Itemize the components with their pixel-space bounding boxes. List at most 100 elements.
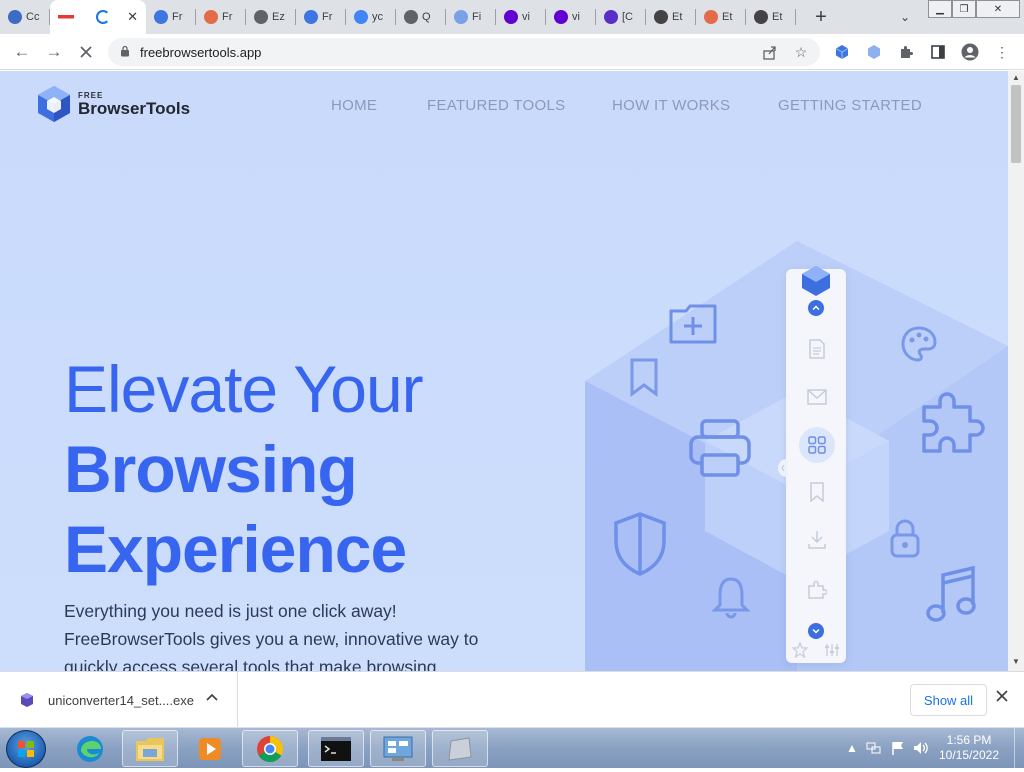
page-scrollbar[interactable]: ▲ ▼ <box>1008 71 1024 671</box>
control-panel-icon <box>383 736 413 761</box>
download-file-name: uniconverter14_set....exe <box>48 692 194 708</box>
share-icon[interactable] <box>760 43 778 61</box>
scroll-up-arrow-icon[interactable]: ▲ <box>1012 73 1020 82</box>
tray-network-icon[interactable] <box>866 740 882 756</box>
tab[interactable]: Et <box>746 0 796 34</box>
stop-loading-button[interactable] <box>70 36 102 68</box>
side-panel-icon[interactable] <box>928 42 948 62</box>
extension-cube-light-icon[interactable] <box>864 42 884 62</box>
back-button[interactable]: ← <box>6 36 38 68</box>
sidebar-download-icon <box>808 531 826 549</box>
sidebar-up-chevron-icon <box>808 300 824 316</box>
tab-title: yc <box>372 11 383 23</box>
loading-spinner-icon <box>96 10 110 24</box>
close-window-button[interactable]: ✕ <box>976 0 1020 18</box>
chrome-icon <box>257 735 284 762</box>
menu-kebab-icon[interactable]: ⋮ <box>992 42 1012 62</box>
extensions-puzzle-icon[interactable] <box>896 42 916 62</box>
taskbar-app-blank[interactable] <box>432 730 488 767</box>
tab[interactable]: Q <box>396 0 446 34</box>
forward-button[interactable]: → <box>38 36 70 68</box>
nav-getting-started[interactable]: GETTING STARTED <box>778 97 922 114</box>
lock-outline-icon <box>890 519 920 558</box>
search-icon <box>404 10 418 24</box>
tab-title: Et <box>772 11 783 23</box>
chrome-circle-icon <box>8 10 22 24</box>
sidebar-mockup <box>786 269 846 663</box>
tab-title: Ez <box>272 11 285 23</box>
tray-volume-icon[interactable] <box>912 740 930 756</box>
close-download-bar-icon[interactable] <box>996 689 1008 707</box>
tab-title: vi <box>572 11 580 23</box>
tab[interactable]: [C <box>596 0 646 34</box>
taskbar-clock[interactable]: 1:56 PM 10/15/2022 <box>930 733 1008 763</box>
cube-icon <box>304 10 318 24</box>
tab-active[interactable]: ✕ <box>50 0 146 34</box>
cube-icon <box>154 10 168 24</box>
logo-big-text: BrowserTools <box>78 98 191 118</box>
tab[interactable]: Et <box>646 0 696 34</box>
tab-search-chevron-icon[interactable]: ⌄ <box>894 6 916 28</box>
music-note-icon <box>926 565 976 622</box>
tray-show-hidden-icon[interactable]: ▲ <box>846 741 858 755</box>
clock-time: 1:56 PM <box>946 733 992 747</box>
taskbar-chrome[interactable] <box>242 730 298 767</box>
download-item[interactable]: uniconverter14_set....exe <box>0 672 238 728</box>
minimize-button[interactable]: ▁ <box>928 0 952 18</box>
taskbar-cmd[interactable] <box>308 730 364 767</box>
bing-icon <box>604 10 618 24</box>
tab-title: Et <box>672 11 683 23</box>
nav-featured-tools[interactable]: FEATURED TOOLS <box>427 97 565 114</box>
tab[interactable]: Fr <box>196 0 246 34</box>
tab-close-icon[interactable]: ✕ <box>127 9 138 25</box>
peace-hand-icon <box>654 10 668 24</box>
show-all-button[interactable]: Show all <box>910 684 987 716</box>
tab[interactable]: Fi <box>446 0 496 34</box>
profile-avatar-icon[interactable] <box>960 42 980 62</box>
download-options-chevron-icon[interactable] <box>206 690 218 704</box>
tab[interactable]: vi <box>546 0 596 34</box>
tab[interactable]: yc <box>346 0 396 34</box>
tab-title: Cc <box>26 11 40 23</box>
restore-button[interactable]: ❐ <box>952 0 976 18</box>
tray-flag-icon[interactable] <box>890 740 906 756</box>
extension-cube-icon[interactable] <box>832 42 852 62</box>
sidebar-settings-sliders-icon <box>825 644 839 656</box>
start-button[interactable] <box>6 730 46 768</box>
taskbar-edge[interactable] <box>62 730 118 767</box>
new-tab-button[interactable]: + <box>806 0 836 34</box>
tab-title: Fr <box>322 11 333 23</box>
bookmark-outline-icon <box>630 358 658 397</box>
taskbar-explorer[interactable] <box>122 730 178 767</box>
sidebar-down-chevron-icon <box>808 623 824 639</box>
rainbow-icon <box>704 10 718 24</box>
stop-icon <box>80 45 92 58</box>
tab[interactable]: Fr <box>296 0 346 34</box>
tab[interactable]: Et <box>696 0 746 34</box>
generic-app-icon <box>448 736 472 761</box>
bookmark-star-icon[interactable]: ☆ <box>792 43 810 61</box>
logo-cube-icon <box>38 86 70 122</box>
scroll-thumb[interactable] <box>1011 85 1021 163</box>
address-bar[interactable]: freebrowsertools.app ☆ <box>108 38 820 66</box>
rainbow-icon <box>204 10 218 24</box>
show-desktop-button[interactable] <box>1014 728 1024 769</box>
sidebar-collapse-tab-icon <box>778 459 788 477</box>
shield-icon <box>614 512 666 576</box>
nav-home[interactable]: HOME <box>331 97 377 114</box>
taskbar-control-panel[interactable] <box>370 730 426 767</box>
clock-date: 10/15/2022 <box>938 748 1000 762</box>
command-prompt-icon <box>321 736 351 761</box>
nav-how-it-works[interactable]: HOW IT WORKS <box>612 97 730 114</box>
tab[interactable]: Fr <box>146 0 196 34</box>
installer-file-icon <box>21 693 33 707</box>
tab[interactable]: Cc <box>0 0 50 34</box>
webpage: FREE BrowserTools HOME FEATURED TOOLS HO… <box>0 71 1008 671</box>
scroll-down-arrow-icon[interactable]: ▼ <box>1012 657 1020 666</box>
google-g-icon <box>354 10 368 24</box>
tab[interactable]: vi <box>496 0 546 34</box>
taskbar-media-player[interactable] <box>182 730 238 767</box>
tab[interactable]: Ez <box>246 0 296 34</box>
site-logo[interactable]: FREE BrowserTools <box>36 85 190 123</box>
peace-hand-icon <box>754 10 768 24</box>
